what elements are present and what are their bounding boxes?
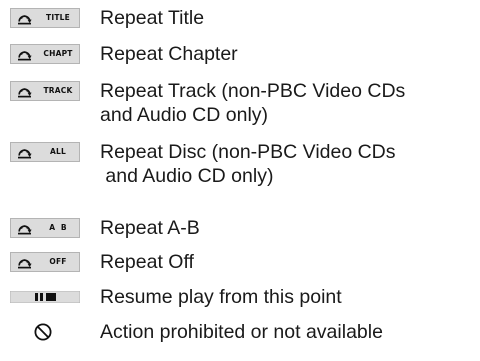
legend-description: Repeat Disc (non-PBC Video CDs and Audio…: [100, 140, 470, 188]
description-line: and Audio CD only): [100, 165, 274, 187]
description-line: Repeat Title: [100, 7, 205, 29]
badge-label: ALL: [50, 147, 66, 156]
repeat-icon: [18, 51, 32, 61]
badge-label: OFF: [49, 257, 67, 266]
repeat-icon: [18, 225, 32, 235]
legend-description: Resume play from this point: [100, 285, 470, 309]
description-line: Resume play from this point: [100, 286, 342, 308]
repeat-chapter-badge: CHAPT: [10, 44, 80, 64]
description-line: Repeat A-B: [100, 217, 200, 239]
legend-description: Action prohibited or not available: [100, 320, 470, 344]
badge-label: TRACK: [43, 86, 73, 95]
prohibited-icon: [34, 323, 52, 341]
legend-description: Repeat Title: [100, 6, 470, 30]
icon-legend: TITLE Repeat Title CHAPT Repeat Chapter: [0, 0, 480, 361]
description-line: Repeat Disc (non-PBC Video CDs: [100, 141, 396, 163]
description-line: Repeat Chapter: [100, 43, 238, 65]
legend-description: Repeat A-B: [100, 216, 470, 240]
repeat-icon: [18, 15, 32, 25]
description-line: Repeat Off: [100, 251, 194, 273]
badge-label: CHAPT: [43, 49, 73, 58]
badge-frame: TITLE: [10, 8, 80, 28]
repeat-off-badge: OFF: [10, 252, 80, 272]
badge-frame: TRACK: [10, 81, 80, 101]
prohibited-marker: [10, 322, 80, 342]
resume-icon: [10, 291, 80, 303]
description-line: Repeat Track (non-PBC Video CDs: [100, 80, 406, 102]
badge-label: TITLE: [46, 13, 70, 22]
repeat-a-b-badge: A B: [10, 218, 80, 238]
repeat-icon: [18, 88, 32, 98]
badge-frame: CHAPT: [10, 44, 80, 64]
badge-frame: A B: [10, 218, 80, 238]
description-line: and Audio CD only): [100, 104, 269, 126]
repeat-icon: [18, 149, 32, 159]
legend-description: Repeat Off: [100, 250, 470, 274]
legend-description: Repeat Chapter: [100, 42, 470, 66]
badge-label: A B: [49, 223, 67, 232]
repeat-track-badge: TRACK: [10, 81, 80, 101]
description-line: Action prohibited or not available: [100, 321, 383, 343]
badge-frame: OFF: [10, 252, 80, 272]
legend-description: Repeat Track (non-PBC Video CDs and Audi…: [100, 79, 470, 127]
repeat-disc-badge: ALL: [10, 142, 80, 162]
repeat-icon: [18, 259, 32, 269]
resume-marker: [10, 287, 80, 307]
repeat-title-badge: TITLE: [10, 8, 80, 28]
badge-frame: ALL: [10, 142, 80, 162]
